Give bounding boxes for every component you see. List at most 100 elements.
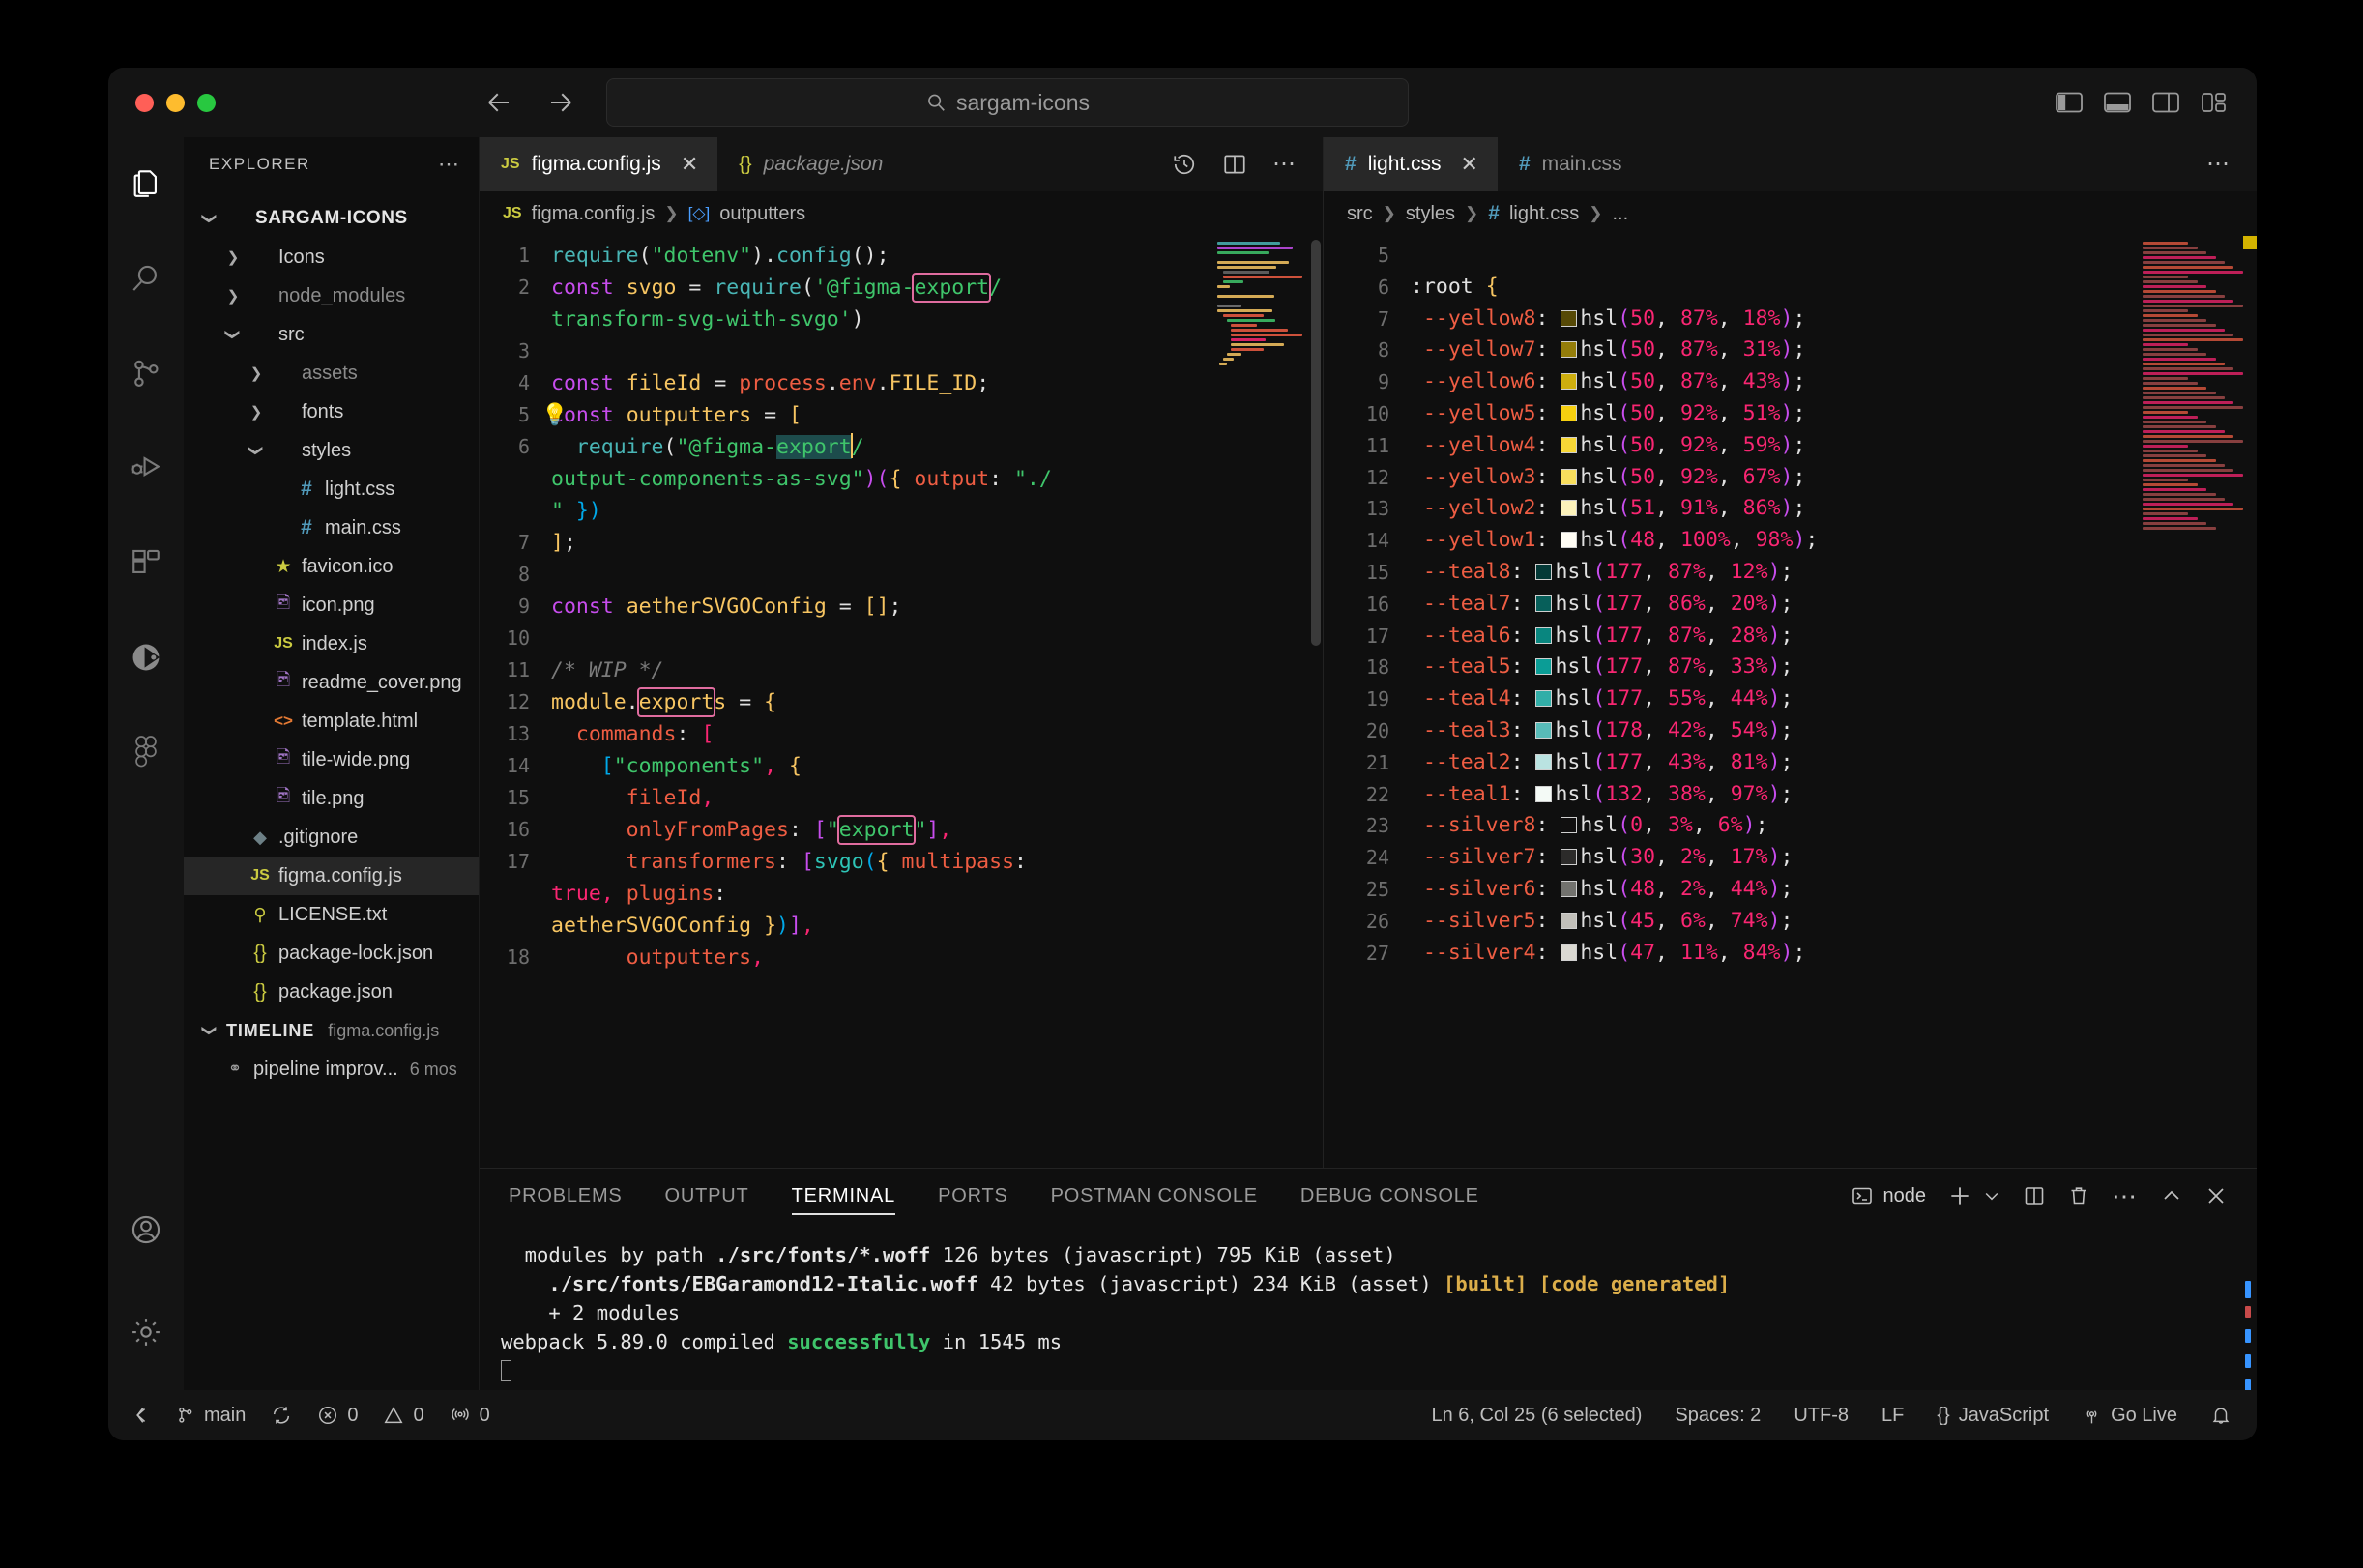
color-swatch[interactable] [1561,436,1578,453]
tree-item-tile-wide-png[interactable]: 🖻 tile-wide.png [184,740,479,779]
layout-sidebar-right-icon[interactable] [2152,91,2179,114]
tree-item-light-css[interactable]: # light.css [184,470,479,508]
active-terminal-chip[interactable]: node [1851,1184,1926,1207]
tree-item-figma-config-js[interactable]: JS figma.config.js [184,857,479,895]
trash-icon[interactable] [2067,1184,2090,1207]
manage-settings-button[interactable] [121,1307,171,1357]
minimap-right[interactable] [2131,236,2257,1168]
go-live-status[interactable]: Go Live [2082,1405,2177,1427]
remote-window-button[interactable] [130,1405,151,1426]
code-viewport-right[interactable]: 5 6:root {7 --yellow8: hsl(50, 87%, 18%);… [1324,236,2257,1168]
timeline-entry[interactable]: ⚭ pipeline improv... 6 mos [184,1050,479,1089]
lightbulb-icon[interactable]: 💡 [541,399,568,431]
color-swatch[interactable] [1535,626,1553,644]
breadcrumb-file[interactable]: figma.config.js [532,203,656,225]
branch-status[interactable]: main [176,1405,246,1427]
tree-item-main-css[interactable]: # main.css [184,508,479,547]
tree-item-node-modules[interactable]: ❯ node_modules [184,276,479,315]
color-swatch[interactable] [1535,690,1553,708]
color-swatch[interactable] [1561,341,1578,359]
tree-item-assets[interactable]: ❯ assets [184,354,479,392]
sidebar-item-explorer[interactable] [121,159,171,209]
panel-tab-problems[interactable]: PROBLEMS [509,1169,623,1223]
color-swatch[interactable] [1535,595,1553,612]
color-swatch[interactable] [1561,944,1578,961]
layout-grid-icon[interactable] [2201,91,2228,114]
color-swatch[interactable] [1561,817,1578,834]
terminal-output[interactable]: modules by path ./src/fonts/*.woff 126 b… [480,1223,2257,1390]
close-icon[interactable] [2204,1184,2228,1207]
color-swatch[interactable] [1561,468,1578,485]
tree-item-styles[interactable]: ❯ styles [184,431,479,470]
language-mode-status[interactable]: {} JavaScript [1937,1405,2049,1427]
color-swatch[interactable] [1561,532,1578,549]
tab-main-css[interactable]: # main.css [1497,137,1642,191]
tree-item-fonts[interactable]: ❯ fonts [184,392,479,431]
tree-item-license-txt[interactable]: ⚲ LICENSE.txt [184,895,479,934]
panel-tab-debug-console[interactable]: DEBUG CONSOLE [1300,1169,1479,1223]
more-actions-icon[interactable]: ⋯ [2112,1183,2139,1208]
sidebar-item-source-control[interactable] [121,348,171,398]
more-actions-icon[interactable]: ⋯ [1272,153,1298,176]
editor-scrollbar-left[interactable] [1309,236,1323,1168]
minimize-window-button[interactable] [166,93,185,112]
color-swatch[interactable] [1561,309,1578,327]
tab-figma-config-js[interactable]: JS figma.config.js ✕ [480,137,718,191]
breadcrumb-symbol[interactable]: outputters [719,203,805,225]
panel-tab-postman-console[interactable]: POSTMAN CONSOLE [1051,1169,1258,1223]
tree-item--gitignore[interactable]: ◆ .gitignore [184,818,479,857]
history-icon[interactable] [1172,152,1197,177]
ports-status[interactable]: 0 [450,1405,490,1427]
tree-item-favicon-ico[interactable]: ★ favicon.ico [184,547,479,586]
tree-item-tile-png[interactable]: 🖻 tile.png [184,779,479,818]
accounts-button[interactable] [121,1205,171,1255]
breadcrumb-light-css[interactable]: light.css [1509,203,1579,225]
tree-item-package-json[interactable]: {} package.json [184,973,479,1011]
tree-item-src[interactable]: ❯ src [184,315,479,354]
more-actions-icon[interactable]: ⋯ [2206,153,2232,176]
minimap-left[interactable] [1211,236,1323,1168]
sidebar-item-search[interactable] [121,253,171,304]
sidebar-item-figma[interactable] [121,727,171,777]
color-swatch[interactable] [1535,721,1553,739]
notifications-bell-icon[interactable] [2210,1405,2232,1426]
close-icon[interactable]: ✕ [1461,152,1478,177]
tree-item-template-html[interactable]: <> template.html [184,702,479,740]
color-swatch[interactable] [1561,912,1578,929]
breadcrumb-src[interactable]: src [1347,203,1373,225]
arrow-left-icon[interactable] [484,88,513,117]
color-swatch[interactable] [1535,785,1553,802]
tree-item-icons[interactable]: ❯ Icons [184,238,479,276]
color-swatch[interactable] [1561,880,1578,897]
tree-item-sargam-icons[interactable]: ❯ SARGAM-ICONS [184,199,479,238]
close-icon[interactable]: ✕ [681,152,698,177]
layout-panel-bottom-icon[interactable] [2104,91,2131,114]
breadcrumb-styles[interactable]: styles [1406,203,1455,225]
chevron-up-icon[interactable] [2160,1184,2183,1207]
breadcrumb-ellipsis[interactable]: ... [1612,203,1628,225]
arrow-right-icon[interactable] [546,88,575,117]
sync-icon[interactable] [271,1405,292,1426]
panel-tab-ports[interactable]: PORTS [938,1169,1008,1223]
command-center-search[interactable]: sargam-icons [606,78,1409,127]
tab-package-json[interactable]: {} package.json [717,137,903,191]
close-window-button[interactable] [135,93,154,112]
code-viewport-left[interactable]: 1 require("dotenv").config(); 2 const svgo … [480,236,1323,1168]
color-swatch[interactable] [1561,404,1578,421]
warnings-status[interactable]: 0 [383,1405,424,1427]
tab-light-css[interactable]: # light.css ✕ [1324,137,1498,191]
color-swatch[interactable] [1535,563,1553,580]
indentation-status[interactable]: Spaces: 2 [1675,1405,1761,1427]
plus-icon[interactable] [1947,1183,1972,1208]
eol-status[interactable]: LF [1882,1405,1904,1427]
layout-sidebar-left-icon[interactable] [2056,91,2083,114]
chevron-down-icon[interactable] [1982,1186,2001,1205]
color-swatch[interactable] [1535,753,1553,770]
color-swatch[interactable] [1535,658,1553,676]
sidebar-item-extensions[interactable] [121,537,171,588]
split-icon[interactable] [2023,1184,2046,1207]
tree-item-icon-png[interactable]: 🖻 icon.png [184,586,479,624]
panel-tab-output[interactable]: OUTPUT [665,1169,749,1223]
sidebar-item-postman[interactable] [121,632,171,682]
color-swatch[interactable] [1561,849,1578,866]
